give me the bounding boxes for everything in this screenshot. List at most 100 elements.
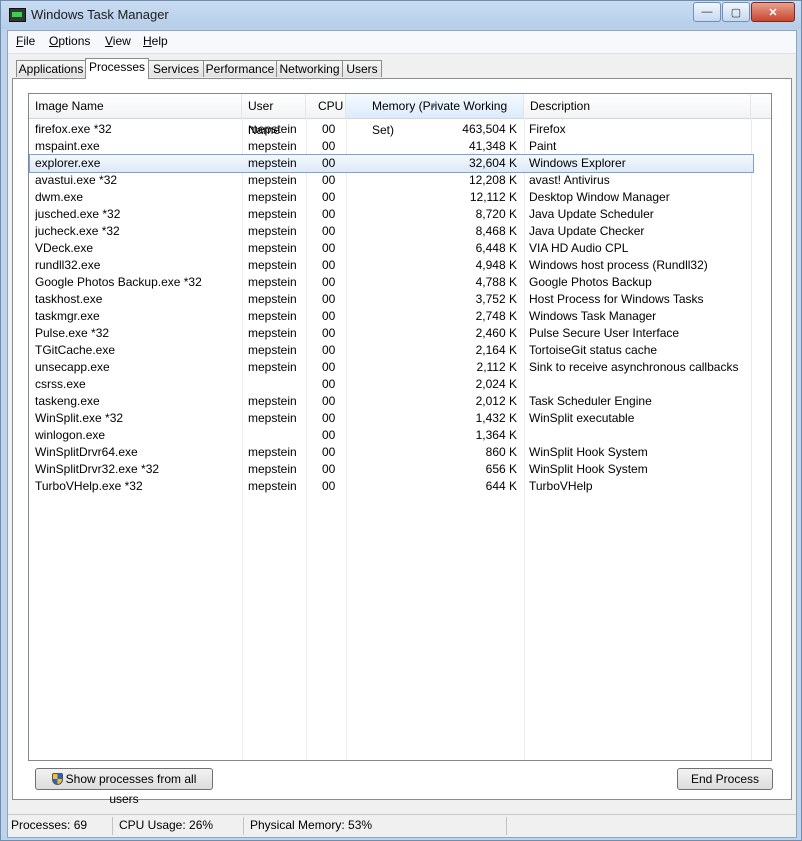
tab-performance[interactable]: Performance bbox=[203, 60, 277, 77]
process-memory: 2,460 K bbox=[475, 326, 517, 340]
maximize-button[interactable]: ▢ bbox=[722, 2, 750, 22]
task-manager-app-icon bbox=[9, 8, 26, 22]
table-row[interactable]: Google Photos Backup.exe *32 mepstein 00 4,… bbox=[29, 274, 771, 291]
process-memory: 8,468 K bbox=[475, 224, 517, 238]
sort-descending-icon: ▼ bbox=[430, 103, 437, 110]
status-divider bbox=[112, 817, 113, 835]
process-description: WinSplit Hook System bbox=[529, 462, 648, 476]
process-user: mepstein bbox=[248, 309, 297, 323]
status-bar: Processes: 69 CPU Usage: 26% Physical Me… bbox=[8, 814, 796, 837]
process-name: avastui.exe *32 bbox=[35, 173, 118, 187]
column-description[interactable]: Description bbox=[524, 94, 751, 118]
tab-applications[interactable]: Applications bbox=[16, 60, 86, 77]
process-name: unsecapp.exe bbox=[35, 360, 110, 374]
table-row[interactable]: mspaint.exe mepstein 00 41,348 K Paint bbox=[29, 138, 771, 155]
process-description: Task Scheduler Engine bbox=[529, 394, 652, 408]
process-description: VIA HD Audio CPL bbox=[529, 241, 629, 255]
process-rows: firefox.exe *32 mepstein 00 463,504 K Firefo… bbox=[29, 121, 771, 495]
column-header: Image Name User Name CPU ▼ Memory (Priva… bbox=[29, 94, 771, 137]
end-process-button[interactable]: End Process bbox=[677, 768, 773, 790]
column-memory[interactable]: ▼ Memory (Private Working Set) bbox=[346, 94, 524, 137]
column-cpu[interactable]: CPU bbox=[306, 94, 346, 118]
menu-view[interactable]: View bbox=[105, 34, 131, 48]
table-row[interactable]: TurboVHelp.exe *32 mepstein 00 644 K TurboVH… bbox=[29, 478, 771, 495]
process-memory: 2,012 K bbox=[475, 394, 517, 408]
process-name: rundll32.exe bbox=[35, 258, 101, 272]
process-memory: 6,448 K bbox=[475, 241, 517, 255]
table-row[interactable]: WinSplit.exe *32 mepstein 00 1,432 K WinSpli… bbox=[29, 410, 771, 427]
table-row[interactable]: unsecapp.exe mepstein 00 2,112 K Sink to rec… bbox=[29, 359, 771, 376]
tab-services[interactable]: Services bbox=[148, 60, 204, 77]
process-name: taskeng.exe bbox=[35, 394, 100, 408]
process-cpu: 00 bbox=[322, 445, 336, 459]
process-name: winlogon.exe bbox=[35, 428, 106, 442]
process-description: Sink to receive asynchronous callbacks f… bbox=[529, 360, 742, 374]
status-divider bbox=[506, 817, 507, 835]
process-cpu: 00 bbox=[322, 122, 336, 136]
table-row[interactable]: winlogon.exe 00 1,364 K bbox=[29, 427, 771, 444]
process-name: jusched.exe *32 bbox=[35, 207, 121, 221]
menu-file[interactable]: File bbox=[16, 34, 35, 48]
table-row[interactable]: WinSplitDrvr64.exe mepstein 00 860 K WinSpli… bbox=[29, 444, 771, 461]
process-description: TurboVHelp bbox=[529, 479, 593, 493]
column-filler bbox=[751, 94, 771, 118]
process-user: mepstein bbox=[248, 360, 297, 374]
process-cpu: 00 bbox=[322, 224, 336, 238]
title-bar[interactable]: Windows Task Manager — ▢ ✕ bbox=[1, 1, 801, 29]
process-cpu: 00 bbox=[322, 394, 336, 408]
process-memory: 4,788 K bbox=[475, 275, 517, 289]
menu-bar: File Options View Help bbox=[8, 31, 796, 54]
table-row[interactable]: Pulse.exe *32 mepstein 00 2,460 K Pulse Secu… bbox=[29, 325, 771, 342]
table-row[interactable]: rundll32.exe mepstein 00 4,948 K Windows hos… bbox=[29, 257, 771, 274]
table-row[interactable]: taskmgr.exe mepstein 00 2,748 K Windows Task… bbox=[29, 308, 771, 325]
process-name: dwm.exe bbox=[35, 190, 84, 204]
process-cpu: 00 bbox=[322, 479, 336, 493]
column-image-name[interactable]: Image Name bbox=[29, 94, 242, 118]
table-row[interactable]: TGitCache.exe mepstein 00 2,164 K TortoiseGi… bbox=[29, 342, 771, 359]
menu-options[interactable]: Options bbox=[49, 34, 90, 48]
tab-networking[interactable]: Networking bbox=[276, 60, 343, 77]
tab-processes[interactable]: Processes bbox=[85, 58, 149, 79]
process-memory: 41,348 K bbox=[468, 139, 517, 153]
table-row[interactable]: WinSplitDrvr32.exe *32 mepstein 00 656 K Win… bbox=[29, 461, 771, 478]
table-row[interactable]: csrss.exe 00 2,024 K bbox=[29, 376, 771, 393]
process-cpu: 00 bbox=[322, 428, 336, 442]
table-row[interactable]: explorer.exe mepstein 00 32,604 K Windows Ex… bbox=[29, 154, 754, 173]
process-user: mepstein bbox=[248, 479, 297, 493]
process-name: Google Photos Backup.exe *32 bbox=[35, 275, 202, 289]
process-cpu: 00 bbox=[322, 139, 336, 153]
column-user-name[interactable]: User Name bbox=[242, 94, 306, 137]
show-all-processes-label: Show processes from all users bbox=[65, 772, 197, 806]
process-list[interactable]: Image Name User Name CPU ▼ Memory (Priva… bbox=[28, 93, 772, 761]
table-row[interactable]: jucheck.exe *32 mepstein 00 8,468 K Java Upd… bbox=[29, 223, 771, 240]
process-cpu: 00 bbox=[322, 275, 336, 289]
process-memory: 2,748 K bbox=[475, 309, 517, 323]
close-button[interactable]: ✕ bbox=[751, 2, 795, 22]
process-user: mepstein bbox=[248, 139, 297, 153]
process-memory: 12,112 K bbox=[469, 190, 517, 204]
process-memory: 2,112 K bbox=[476, 360, 517, 374]
table-row[interactable]: jusched.exe *32 mepstein 00 8,720 K Java Upd… bbox=[29, 206, 771, 223]
table-row[interactable]: avastui.exe *32 mepstein 00 12,208 K avast! … bbox=[29, 172, 771, 189]
process-memory: 8,720 K bbox=[475, 207, 517, 221]
process-description: Pulse Secure User Interface bbox=[529, 326, 680, 340]
process-memory: 644 K bbox=[485, 479, 517, 493]
process-description: avast! Antivirus bbox=[529, 173, 610, 187]
table-row[interactable]: VDeck.exe mepstein 00 6,448 K VIA HD Audio C… bbox=[29, 240, 771, 257]
table-row[interactable]: taskeng.exe mepstein 00 2,012 K Task Schedul… bbox=[29, 393, 771, 410]
process-user: mepstein bbox=[248, 343, 297, 357]
process-user: mepstein bbox=[248, 207, 297, 221]
process-user: mepstein bbox=[248, 394, 297, 408]
process-cpu: 00 bbox=[322, 411, 336, 425]
table-row[interactable]: dwm.exe mepstein 00 12,112 K Desktop Window … bbox=[29, 189, 771, 206]
show-all-processes-button[interactable]: Show processes from all users bbox=[35, 768, 213, 806]
table-row[interactable]: firefox.exe *32 mepstein 00 463,504 K Firefo… bbox=[29, 121, 771, 138]
table-row[interactable]: taskhost.exe mepstein 00 3,752 K Host Proces… bbox=[29, 291, 771, 308]
process-memory: 4,948 K bbox=[475, 258, 517, 272]
process-user: mepstein bbox=[248, 462, 297, 476]
process-description: Windows Explorer bbox=[529, 156, 626, 170]
process-memory: 463,504 K bbox=[462, 122, 517, 136]
menu-help[interactable]: Help bbox=[143, 34, 168, 48]
tab-users[interactable]: Users bbox=[342, 60, 382, 77]
minimize-button[interactable]: — bbox=[693, 2, 721, 22]
